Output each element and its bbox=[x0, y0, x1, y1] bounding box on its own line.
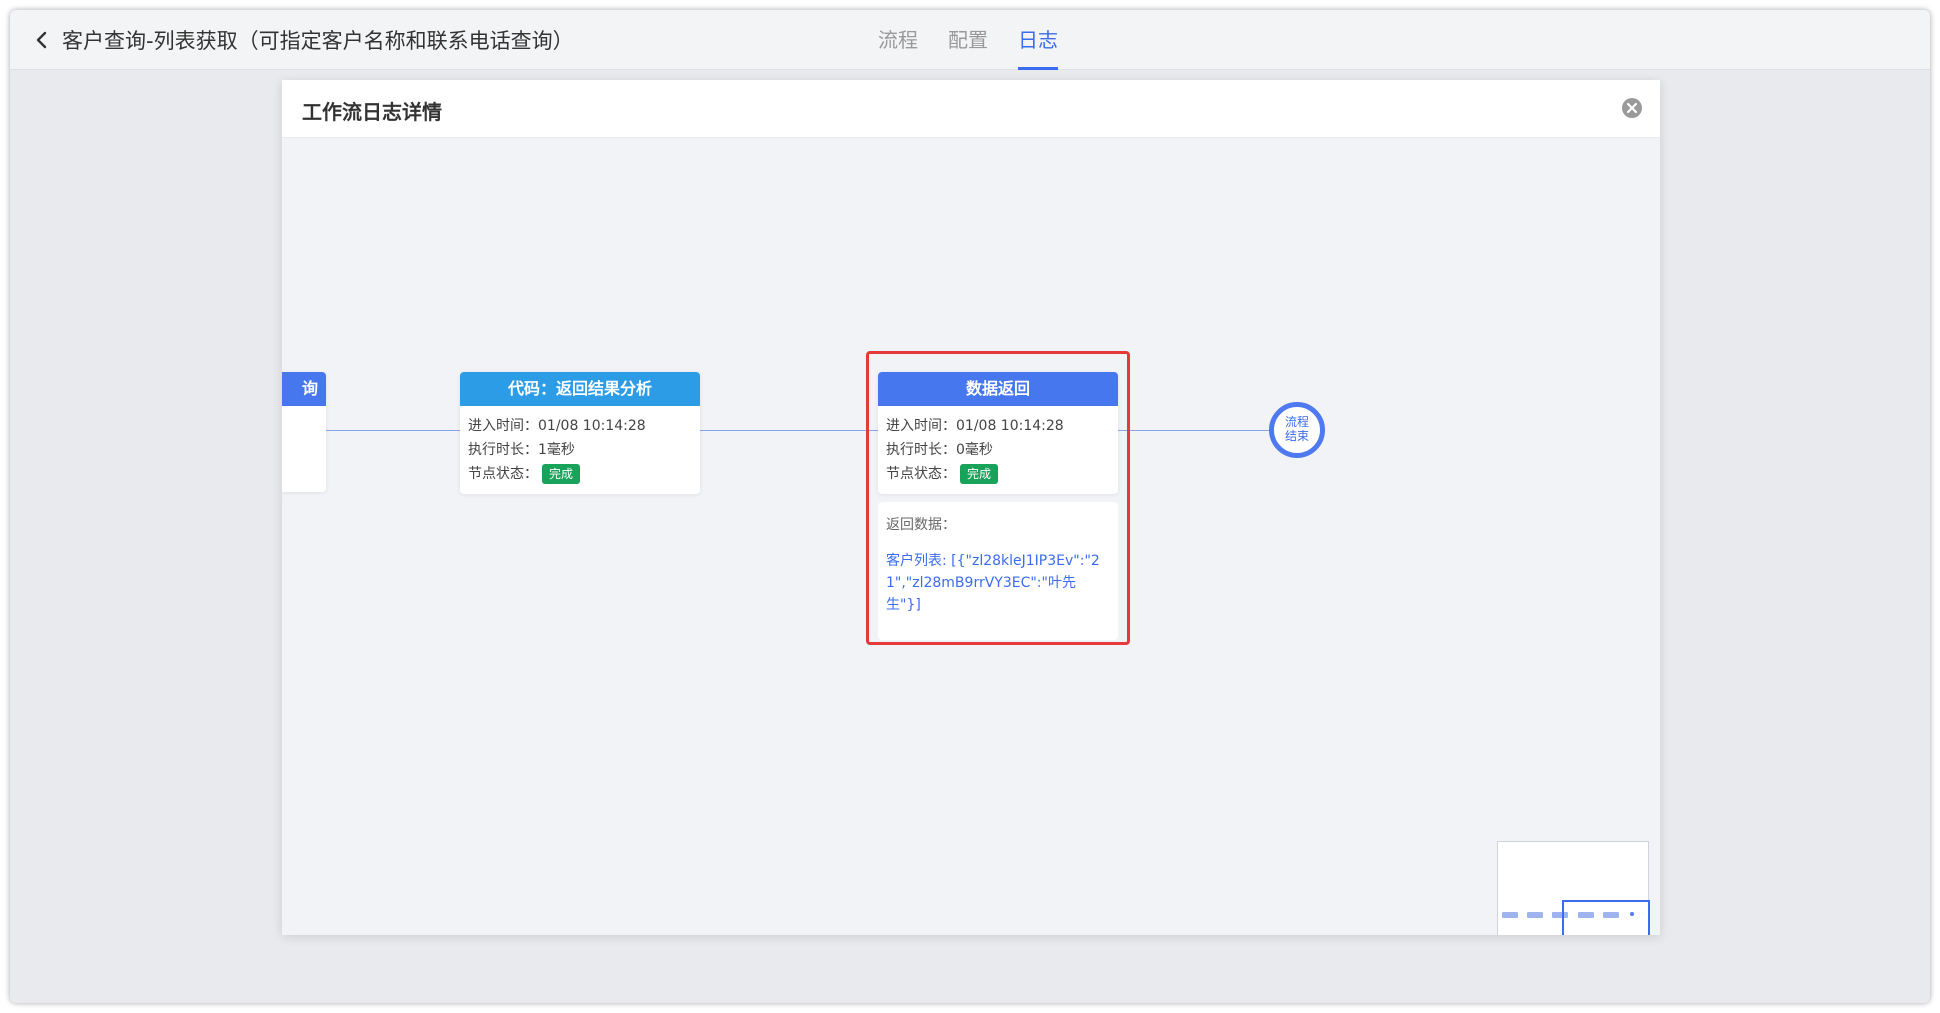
duration-row: 执行时长： 1毫秒 bbox=[468, 438, 692, 462]
enter-time-label: 进入时间： bbox=[468, 418, 538, 434]
minimap[interactable] bbox=[1497, 841, 1650, 935]
page-title: 客户查询-列表获取（可指定客户名称和联系电话查询） bbox=[62, 29, 574, 53]
enter-time-row: 进入时间： 01/08 10:14:28 bbox=[468, 414, 692, 438]
edge-return-to-end bbox=[1118, 430, 1269, 431]
dialog-title: 工作流日志详情 bbox=[302, 100, 442, 124]
flow-canvas[interactable]: 询 代码：返回结果分析 进入时间： 01/08 10:14:28 执行时长： 1… bbox=[282, 138, 1660, 935]
status-label: 节点状态： bbox=[468, 466, 538, 482]
minimap-node bbox=[1502, 912, 1518, 918]
tab-bar: 流程 配置 日志 bbox=[878, 10, 1088, 70]
node-title-text: 询 bbox=[301, 379, 318, 398]
flow-node-code[interactable]: 代码：返回结果分析 进入时间： 01/08 10:14:28 执行时长： 1毫秒… bbox=[460, 372, 700, 494]
flow-end-node[interactable]: 流程结束 bbox=[1269, 402, 1325, 458]
status-row: 节点状态： 完成 bbox=[468, 462, 692, 486]
back-button[interactable]: 客户查询-列表获取（可指定客户名称和联系电话查询） bbox=[30, 26, 574, 54]
end-node-label: 流程结束 bbox=[1284, 415, 1309, 443]
duration-label: 执行时长： bbox=[468, 442, 538, 458]
dialog-header: 工作流日志详情 bbox=[282, 80, 1660, 138]
close-icon[interactable] bbox=[1620, 96, 1644, 120]
minimap-node bbox=[1527, 912, 1543, 918]
tab-config[interactable]: 配置 bbox=[948, 10, 988, 70]
chevron-left-icon[interactable] bbox=[30, 28, 54, 52]
node-title: 代码：返回结果分析 bbox=[460, 372, 700, 406]
node-body: 进入时间： 01/08 10:14:28 执行时长： 1毫秒 节点状态： 完成 bbox=[460, 406, 700, 494]
top-bar: 客户查询-列表获取（可指定客户名称和联系电话查询） 流程 配置 日志 bbox=[10, 10, 1930, 70]
edge-code-to-return bbox=[700, 430, 878, 431]
edge-partial-to-code bbox=[326, 430, 460, 431]
workflow-log-dialog: 工作流日志详情 询 代码：返回结果分析 进入时间： 01/08 10:14:28… bbox=[282, 80, 1660, 935]
enter-time-value: 01/08 10:14:28 bbox=[538, 418, 646, 434]
duration-value: 1毫秒 bbox=[538, 442, 575, 458]
tab-flow[interactable]: 流程 bbox=[878, 10, 918, 70]
minimap-viewport[interactable] bbox=[1562, 900, 1650, 935]
status-badge: 完成 bbox=[542, 464, 581, 484]
tab-log[interactable]: 日志 bbox=[1018, 10, 1058, 70]
app-window: 客户查询-列表获取（可指定客户名称和联系电话查询） 流程 配置 日志 工作流日志… bbox=[10, 10, 1930, 1003]
selection-highlight bbox=[866, 351, 1130, 645]
node-title: 询 bbox=[282, 372, 326, 406]
flow-node-partial[interactable]: 询 bbox=[282, 372, 326, 492]
